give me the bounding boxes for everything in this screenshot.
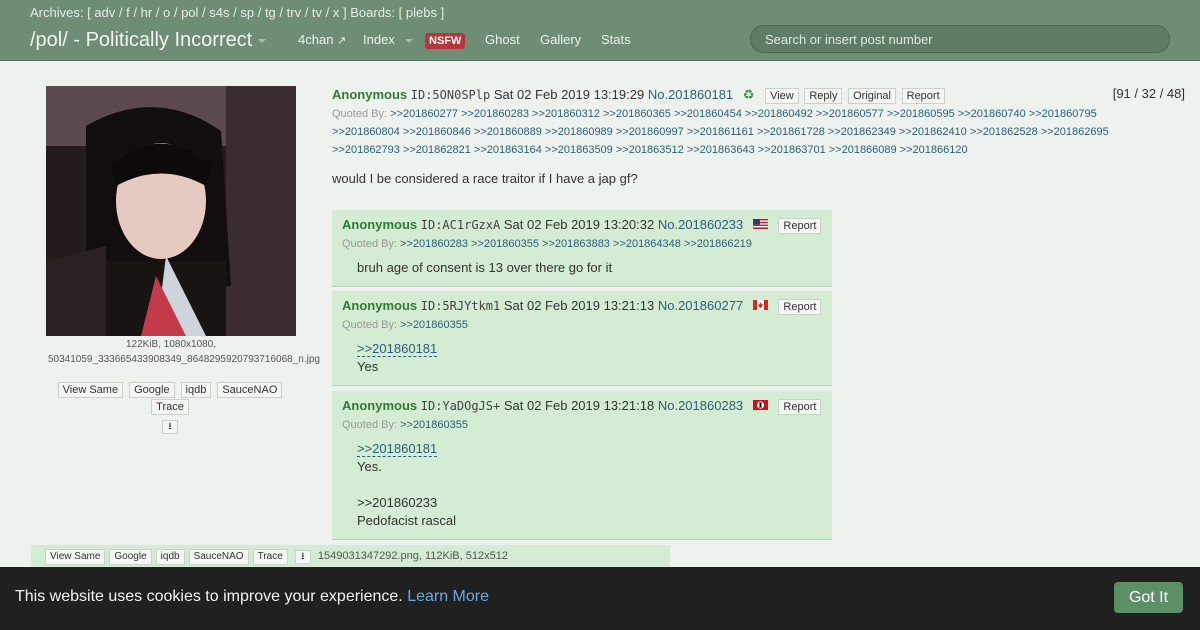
archive-tg[interactable]: tg <box>265 5 276 20</box>
view-same-button[interactable]: View Same <box>45 549 106 565</box>
trace-button[interactable]: Trace <box>252 549 288 565</box>
reply-button[interactable]: Reply <box>804 88 843 104</box>
cookie-message: This website uses cookies to improve you… <box>15 588 403 605</box>
post-number[interactable]: No.201860283 <box>658 398 743 413</box>
top-bar: Archives: [ adv / f / hr / o / pol / s4s… <box>0 0 1200 61</box>
post-counts: [91 / 32 / 48] <box>1112 86 1185 101</box>
nav-ghost[interactable]: Ghost <box>485 32 520 47</box>
op-filename[interactable]: 50341059_333665433908349_864829592079371… <box>40 352 320 367</box>
reply-post: Anonymous ID:YaDOgJS+ Sat 02 Feb 2019 13… <box>332 391 832 540</box>
nav-4chan[interactable]: 4chan ↗ <box>298 32 346 47</box>
nav-index[interactable]: Index <box>363 32 413 47</box>
got-it-button[interactable]: Got It <box>1114 582 1183 613</box>
post-number[interactable]: No.201860233 <box>658 217 743 232</box>
recycle-icon: ♻ <box>742 87 755 102</box>
quoted-by-links[interactable]: >>201860355 <box>400 419 468 431</box>
quote-link[interactable]: >>201860233 <box>357 495 437 510</box>
archive-trv[interactable]: trv <box>287 5 301 20</box>
op-post: Anonymous ID:5ON0SPlp Sat 02 Feb 2019 13… <box>332 86 1192 186</box>
archive-sp[interactable]: sp <box>240 5 254 20</box>
trace-button[interactable]: Trace <box>151 399 189 415</box>
external-link-icon: ↗ <box>337 35 347 47</box>
reply-text: Pedofacist rascal <box>357 513 456 528</box>
report-button[interactable]: Report <box>901 88 945 104</box>
post-date: Sat 02 Feb 2019 13:21:18 <box>503 398 655 413</box>
archive-pol[interactable]: pol <box>181 5 198 20</box>
next-post-image-bar: View Same Google iqdb SauceNAO Trace ⭳ 15490… <box>31 545 670 567</box>
saucenao-button[interactable]: SauceNAO <box>188 549 249 565</box>
report-button[interactable]: Report <box>778 218 822 234</box>
poster-name: Anonymous <box>342 217 418 232</box>
poster-name: Anonymous <box>342 298 418 313</box>
canada-flag-icon <box>752 299 768 310</box>
poster-id[interactable]: ID:5RJYtkm1 <box>421 299 500 313</box>
quoted-by-links[interactable]: >>201860804 >>201860846 >>201860889 >>20… <box>332 126 1109 138</box>
quoted-by-links[interactable]: >>201860277 >>201860283 >>201860312 >>20… <box>390 108 1097 120</box>
chevron-down-icon <box>404 38 413 43</box>
post-date: Sat 02 Feb 2019 13:20:32 <box>503 217 655 232</box>
poster-id[interactable]: ID:YaDOgJS+ <box>421 399 500 413</box>
reply-post: Anonymous ID:5RJYtkm1 Sat 02 Feb 2019 13… <box>332 291 832 386</box>
nsfw-badge: NSFW <box>425 33 466 49</box>
op-image-buttons: View Same Google iqdb SauceNAO Trace ⭳ <box>38 381 302 434</box>
archive-s4s[interactable]: s4s <box>209 5 229 20</box>
google-button[interactable]: Google <box>109 549 152 565</box>
archive-adv[interactable]: adv <box>94 5 115 20</box>
cookie-banner: This website uses cookies to improve you… <box>0 567 1200 630</box>
reply-text: bruh age of consent is 13 over there go … <box>357 260 613 275</box>
quote-link[interactable]: >>201860181 <box>357 441 438 457</box>
board-title[interactable]: /pol/ - Politically Incorrect <box>30 29 267 52</box>
report-button[interactable]: Report <box>778 299 822 315</box>
reply-text: Yes <box>357 359 379 374</box>
archive-tv[interactable]: tv <box>312 5 322 20</box>
view-button[interactable]: View <box>765 88 799 104</box>
flag-icon <box>752 399 768 410</box>
us-flag-icon <box>752 218 768 229</box>
download-icon[interactable]: ⭳ <box>162 420 178 434</box>
poster-name: Anonymous <box>332 87 408 102</box>
quote-link[interactable]: >>201860181 <box>357 341 438 357</box>
saucenao-button[interactable]: SauceNAO <box>217 382 283 398</box>
chevron-down-icon <box>258 38 267 43</box>
search-input[interactable] <box>750 25 1170 53</box>
nav-stats[interactable]: Stats <box>601 32 631 47</box>
file-info[interactable]: 1549031347292.png, 112KiB, 512x512 <box>318 550 508 562</box>
post-date: Sat 02 Feb 2019 13:19:29 <box>493 87 645 102</box>
quoted-by-links[interactable]: >>201860355 <box>400 319 468 331</box>
archive-f[interactable]: f <box>126 5 130 20</box>
post-date: Sat 02 Feb 2019 13:21:13 <box>503 298 655 313</box>
post-number[interactable]: No.201860277 <box>658 298 743 313</box>
poster-id[interactable]: ID:AC1rGzxA <box>421 218 500 232</box>
op-post-text: would I be considered a race traitor if … <box>332 171 638 186</box>
iqdb-button[interactable]: iqdb <box>155 549 185 565</box>
learn-more-link[interactable]: Learn More <box>407 588 489 605</box>
quoted-by-links[interactable]: >>201860283 >>201860355 >>201863883 >>20… <box>400 238 752 250</box>
archive-hr[interactable]: hr <box>141 5 153 20</box>
quoted-by: Quoted By: >>201860277 >>201860283 >>201… <box>332 108 1109 156</box>
quoted-by-links[interactable]: >>201862793 >>201862821 >>201863164 >>20… <box>332 144 968 156</box>
poster-id[interactable]: ID:5ON0SPlp <box>411 88 490 102</box>
post-number[interactable]: No.201860181 <box>648 87 733 102</box>
archive-x[interactable]: x <box>333 5 340 20</box>
poster-name: Anonymous <box>342 398 418 413</box>
reply-post: Anonymous ID:AC1rGzxA Sat 02 Feb 2019 13… <box>332 210 832 287</box>
op-image[interactable] <box>46 86 296 336</box>
op-post-header: Anonymous ID:5ON0SPlp Sat 02 Feb 2019 13… <box>332 86 1192 104</box>
nav-gallery[interactable]: Gallery <box>540 32 581 47</box>
iqdb-button[interactable]: iqdb <box>180 382 212 398</box>
download-icon[interactable]: ⭳ <box>294 550 311 564</box>
archives-nav: Archives: [ adv / f / hr / o / pol / s4s… <box>30 5 445 20</box>
original-button[interactable]: Original <box>848 88 896 104</box>
report-button[interactable]: Report <box>778 399 822 415</box>
archive-o[interactable]: o <box>163 5 170 20</box>
op-image-meta: 122KiB, 1080x1080, 50341059_333665433908… <box>40 337 320 367</box>
view-same-button[interactable]: View Same <box>57 382 124 398</box>
google-button[interactable]: Google <box>129 382 175 398</box>
board-plebs[interactable]: plebs <box>406 5 437 20</box>
reply-text: Yes. <box>357 459 382 474</box>
